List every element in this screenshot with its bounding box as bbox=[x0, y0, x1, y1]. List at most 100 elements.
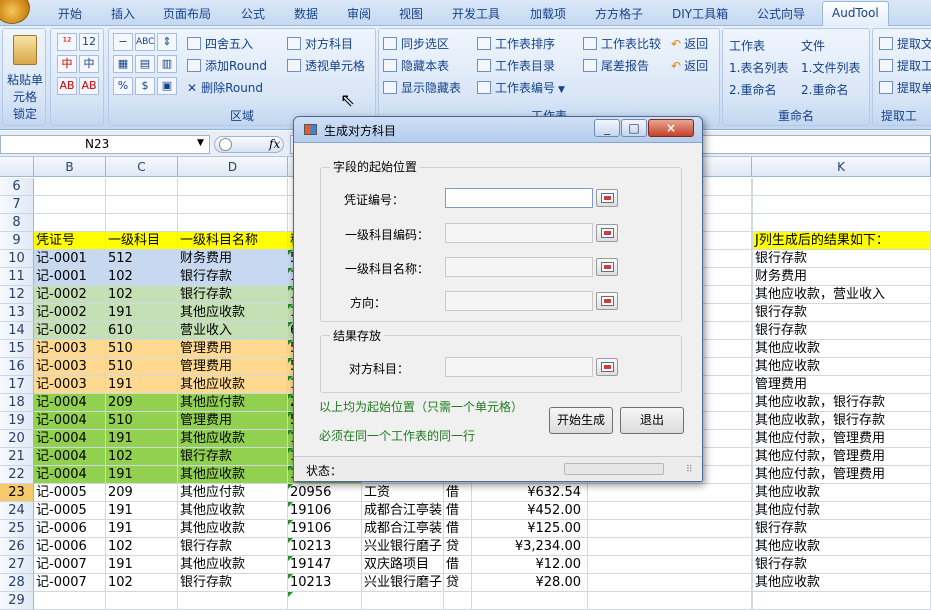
cell-d21[interactable]: 银行存款 bbox=[178, 448, 288, 466]
cell-c8[interactable] bbox=[106, 214, 178, 232]
cell-e26[interactable]: 10213 bbox=[288, 538, 362, 556]
cell-b19[interactable]: 记-0004 bbox=[34, 412, 106, 430]
row-header-16[interactable]: 16 bbox=[0, 358, 34, 376]
cell-c26[interactable]: 102 bbox=[106, 538, 178, 556]
select-all-corner[interactable] bbox=[0, 157, 34, 177]
cell-g26[interactable]: 贷 bbox=[444, 538, 472, 556]
cell-g27[interactable]: 借 bbox=[444, 556, 472, 574]
cell-k11[interactable]: 财务费用 bbox=[752, 268, 931, 286]
sheet-compare-button[interactable]: 工作表比较 bbox=[583, 35, 661, 52]
tab-fangfang[interactable]: 方方格子 bbox=[595, 5, 643, 22]
cell-d28[interactable]: 银行存款 bbox=[178, 574, 288, 592]
start-generate-button[interactable]: 开始生成 bbox=[549, 407, 613, 434]
cell-k25[interactable]: 银行存款 bbox=[752, 520, 931, 538]
account-code-input[interactable] bbox=[445, 223, 593, 243]
cell-d12[interactable]: 银行存款 bbox=[178, 286, 288, 304]
cell-i29[interactable] bbox=[588, 592, 752, 610]
abc-icon[interactable]: ABC bbox=[135, 33, 155, 51]
number-button[interactable]: 12 bbox=[79, 33, 99, 51]
cell-c16[interactable]: 510 bbox=[106, 358, 178, 376]
cell-k29[interactable] bbox=[752, 592, 931, 610]
cell-c20[interactable]: 191 bbox=[106, 430, 178, 448]
cell-f25[interactable]: 成都合江亭装 bbox=[362, 520, 444, 538]
cell-h28[interactable]: ¥28.00 bbox=[472, 574, 588, 592]
cell-c21[interactable]: 102 bbox=[106, 448, 178, 466]
cell-c25[interactable]: 191 bbox=[106, 520, 178, 538]
cell-c11[interactable]: 102 bbox=[106, 268, 178, 286]
cell-d8[interactable] bbox=[178, 214, 288, 232]
tab-insert[interactable]: 插入 bbox=[111, 5, 135, 22]
row-header-26[interactable]: 26 bbox=[0, 538, 34, 556]
cell-k9[interactable]: J列生成后的结果如下： bbox=[752, 232, 931, 250]
office-button[interactable] bbox=[0, 0, 30, 24]
column-header-c[interactable]: C bbox=[106, 157, 178, 177]
cell-f27[interactable]: 双庆路项目 bbox=[362, 556, 444, 574]
cell-d14[interactable]: 营业收入 bbox=[178, 322, 288, 340]
cell-g28[interactable]: 贷 bbox=[444, 574, 472, 592]
show-hidden-sheet-button[interactable]: 显示隐藏表 bbox=[383, 79, 461, 96]
cell-k8[interactable] bbox=[752, 214, 931, 232]
cell-h25[interactable]: ¥125.00 bbox=[472, 520, 588, 538]
cell-d27[interactable]: 其他应收款 bbox=[178, 556, 288, 574]
cell-k23[interactable]: 其他应收款 bbox=[752, 484, 931, 502]
cell-c17[interactable]: 191 bbox=[106, 376, 178, 394]
name-box[interactable]: N23 ▼ bbox=[0, 135, 210, 154]
cell-k28[interactable]: 其他应收款 bbox=[752, 574, 931, 592]
tab-formula-wizard[interactable]: 公式向导 bbox=[757, 5, 805, 22]
cell-d9[interactable]: 一级科目名称 bbox=[178, 232, 288, 250]
pivot-cell-button[interactable]: 透视单元格 bbox=[287, 57, 365, 74]
row-header-18[interactable]: 18 bbox=[0, 394, 34, 412]
dollar-icon[interactable]: $ bbox=[135, 77, 155, 95]
minus-icon[interactable]: − bbox=[113, 33, 133, 51]
minimize-button[interactable]: _ bbox=[594, 119, 620, 137]
contra-account-button[interactable]: 对方科目 bbox=[287, 35, 353, 52]
cell-k13[interactable]: 银行存款 bbox=[752, 304, 931, 322]
dialog-titlebar[interactable]: 生成对方科目 _ □ × bbox=[294, 117, 702, 143]
cell-c22[interactable]: 191 bbox=[106, 466, 178, 484]
cell-d13[interactable]: 其他应收款 bbox=[178, 304, 288, 322]
cell-c24[interactable]: 191 bbox=[106, 502, 178, 520]
percent-icon[interactable]: % bbox=[113, 77, 133, 95]
row-header-29[interactable]: 29 bbox=[0, 592, 34, 610]
cell-d29[interactable] bbox=[178, 592, 288, 610]
exit-button[interactable]: 退出 bbox=[620, 407, 684, 434]
cell-c19[interactable]: 510 bbox=[106, 412, 178, 430]
cell-e27[interactable]: 19147 bbox=[288, 556, 362, 574]
cell-k10[interactable]: 银行存款 bbox=[752, 250, 931, 268]
cell-b26[interactable]: 记-0006 bbox=[34, 538, 106, 556]
row-header-21[interactable]: 21 bbox=[0, 448, 34, 466]
tab-review[interactable]: 审阅 bbox=[347, 5, 371, 22]
sheet-number-button[interactable]: 工作表编号 ▼ bbox=[477, 79, 565, 96]
round-button[interactable]: 四舍五入 bbox=[187, 35, 253, 52]
extract-sheet-button[interactable]: 提取工 bbox=[879, 57, 931, 74]
cell-k20[interactable]: 其他应付款，管理费用 bbox=[752, 430, 931, 448]
cell-h23[interactable]: ¥632.54 bbox=[472, 484, 588, 502]
direction-range-button[interactable] bbox=[596, 292, 618, 310]
cell-b21[interactable]: 记-0004 bbox=[34, 448, 106, 466]
cell-g29[interactable] bbox=[444, 592, 472, 610]
resize-grip-icon[interactable]: ⠿ bbox=[686, 465, 693, 475]
cell-k22[interactable]: 其他应付款，管理费用 bbox=[752, 466, 931, 484]
cell-k6[interactable] bbox=[752, 178, 931, 196]
cell-d19[interactable]: 管理费用 bbox=[178, 412, 288, 430]
row-header-27[interactable]: 27 bbox=[0, 556, 34, 574]
sheet-sort-button[interactable]: 工作表排序 bbox=[477, 35, 555, 52]
row-header-13[interactable]: 13 bbox=[0, 304, 34, 322]
cell-f23[interactable]: 工资 bbox=[362, 484, 444, 502]
cell-f24[interactable]: 成都合江亭装 bbox=[362, 502, 444, 520]
rename-file-button[interactable]: 2.重命名 bbox=[801, 81, 848, 98]
cell-d11[interactable]: 银行存款 bbox=[178, 268, 288, 286]
cell-k27[interactable]: 银行存款 bbox=[752, 556, 931, 574]
cell-k12[interactable]: 其他应收款，营业收入 bbox=[752, 286, 931, 304]
cell-k15[interactable]: 其他应收款 bbox=[752, 340, 931, 358]
cell-b9[interactable]: 凭证号 bbox=[34, 232, 106, 250]
cell-h24[interactable]: ¥452.00 bbox=[472, 502, 588, 520]
cell-d24[interactable]: 其他应收款 bbox=[178, 502, 288, 520]
cell-e23[interactable]: 20956 bbox=[288, 484, 362, 502]
tab-addins[interactable]: 加载项 bbox=[530, 5, 566, 22]
cell-g24[interactable]: 借 bbox=[444, 502, 472, 520]
tab-diy-toolbox[interactable]: DIY工具箱 bbox=[672, 5, 728, 22]
name-box-dropdown-icon[interactable]: ▼ bbox=[197, 138, 204, 148]
cell-f29[interactable] bbox=[362, 592, 444, 610]
row-header-14[interactable]: 14 bbox=[0, 322, 34, 340]
